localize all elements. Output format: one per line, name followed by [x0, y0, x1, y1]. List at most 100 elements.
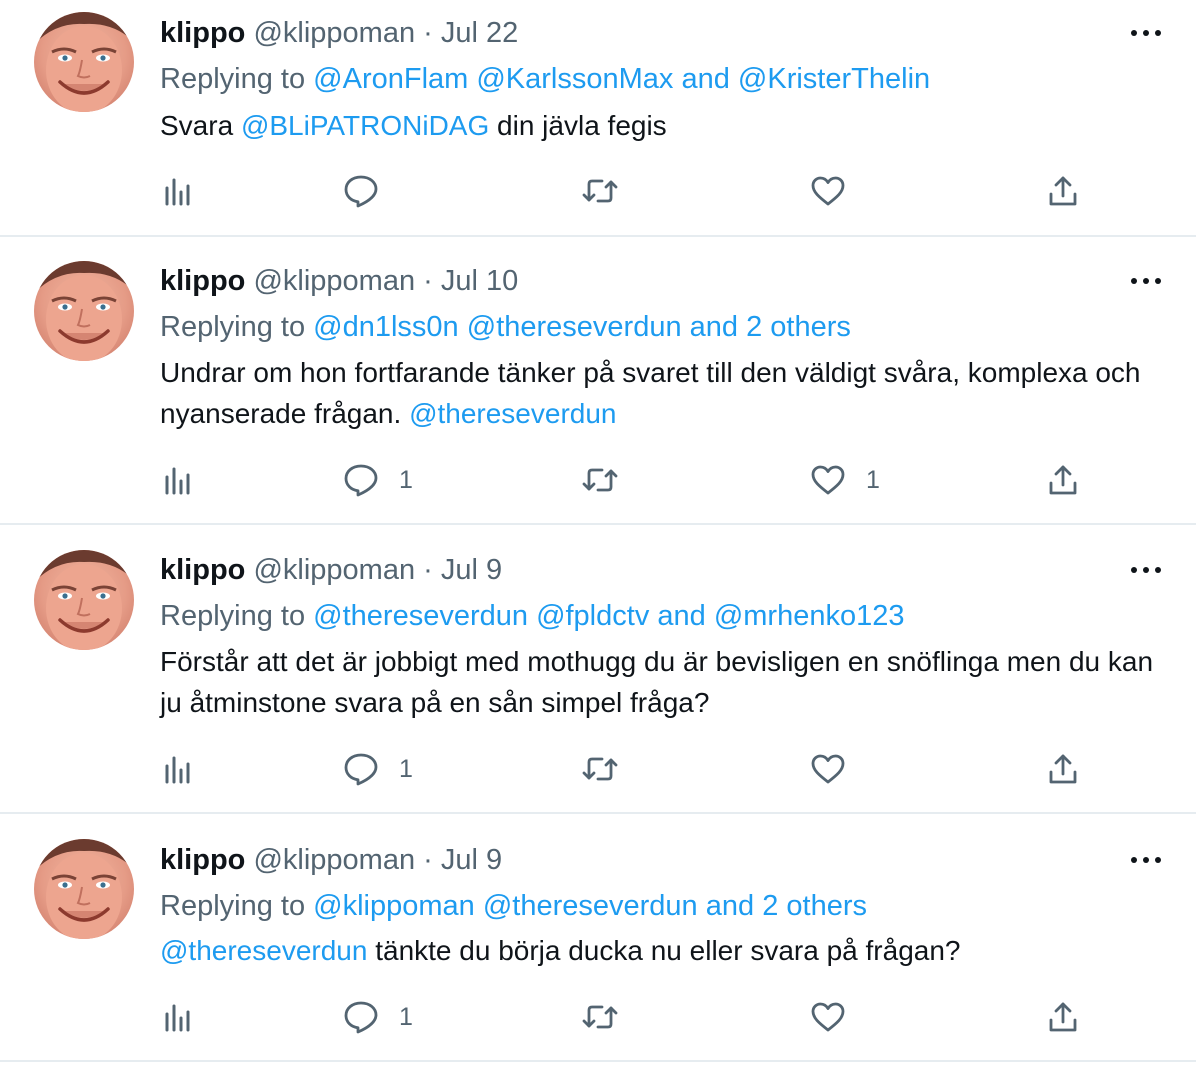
reply-button[interactable]: 1 — [343, 749, 413, 789]
tweet-header: klippo @klippoman · Jul 22 — [160, 15, 518, 51]
analytics-icon — [163, 1002, 193, 1032]
share-icon — [1047, 1000, 1079, 1034]
analytics-icon — [163, 754, 193, 784]
share-button[interactable] — [1047, 749, 1079, 789]
mention-link[interactable]: @thereseverdun — [160, 935, 367, 966]
reply-count: 1 — [399, 754, 413, 783]
replying-to-label: Replying to — [160, 63, 306, 95]
more-options-icon[interactable] — [1128, 560, 1164, 580]
author-name[interactable]: klippo — [160, 844, 245, 876]
share-button[interactable] — [1047, 460, 1079, 500]
separator-dot: · — [423, 265, 433, 297]
tweet-text: Svara @BLiPATRONiDAG din jävla fegis — [160, 105, 1160, 146]
mention-link[interactable]: @BLiPATRONiDAG — [241, 110, 489, 141]
mention-link[interactable]: @AronFlam — [313, 63, 468, 95]
share-icon — [1047, 752, 1079, 786]
reply-button[interactable]: 1 — [343, 460, 413, 500]
tweet-date[interactable]: Jul 22 — [441, 17, 518, 49]
reply-icon — [343, 174, 379, 208]
tweet-header: klippo @klippoman · Jul 9 — [160, 552, 502, 588]
share-button[interactable] — [1047, 171, 1079, 211]
avatar[interactable] — [34, 12, 134, 112]
author-name[interactable]: klippo — [160, 17, 245, 49]
retweet-button[interactable] — [581, 171, 619, 211]
tweet-actions: 11 — [0, 460, 1200, 500]
mention-link[interactable]: @thereseverdun — [313, 600, 528, 632]
tweet-text: @thereseverdun tänkte du börja ducka nu … — [160, 930, 1160, 971]
tweet-text-segment: Förstår att det är jobbigt med mothugg d… — [160, 646, 1154, 718]
analytics-button[interactable] — [163, 171, 193, 211]
mention-link[interactable]: @fpldctv — [536, 600, 649, 632]
mention-link[interactable]: @dn1lss0n — [313, 311, 459, 343]
replying-to-line: Replying to @klippoman @thereseverdun an… — [160, 888, 867, 924]
reply-count: 1 — [399, 1002, 413, 1031]
author-name[interactable]: klippo — [160, 265, 245, 297]
replying-to-label: Replying to — [160, 890, 306, 922]
author-name[interactable]: klippo — [160, 554, 245, 586]
mention-link-others[interactable]: and @KristerThelin — [681, 63, 930, 95]
more-options-icon[interactable] — [1128, 23, 1164, 43]
tweet-feed: klippo @klippoman · Jul 22 Replying to @A… — [0, 0, 1200, 1065]
avatar[interactable] — [34, 550, 134, 650]
tweet-text-segment: din jävla fegis — [489, 110, 667, 141]
retweet-icon — [581, 754, 619, 784]
author-handle[interactable]: @klippoman — [253, 844, 415, 876]
tweet-divider — [0, 812, 1196, 814]
tweet-text-segment: Undrar om hon fortfarande tänker på svar… — [160, 357, 1141, 429]
reply-icon — [343, 463, 379, 497]
mention-link[interactable]: @thereseverdun — [483, 890, 698, 922]
author-handle[interactable]: @klippoman — [253, 17, 415, 49]
retweet-button[interactable] — [581, 997, 619, 1037]
retweet-icon — [581, 176, 619, 206]
tweet-divider — [0, 1060, 1196, 1062]
mention-link-others[interactable]: and @mrhenko123 — [657, 600, 904, 632]
like-button[interactable] — [810, 171, 846, 211]
replying-to-label: Replying to — [160, 311, 306, 343]
share-icon — [1047, 463, 1079, 497]
like-button[interactable] — [810, 997, 846, 1037]
share-button[interactable] — [1047, 997, 1079, 1037]
separator-dot: · — [423, 554, 433, 586]
like-button[interactable] — [810, 749, 846, 789]
retweet-button[interactable] — [581, 749, 619, 789]
replying-to-line: Replying to @thereseverdun @fpldctv and … — [160, 598, 905, 634]
mention-link[interactable]: @thereseverdun — [409, 398, 616, 429]
mention-link[interactable]: @klippoman — [313, 890, 475, 922]
analytics-button[interactable] — [163, 997, 193, 1037]
tweet-actions: 1 — [0, 997, 1200, 1037]
author-handle[interactable]: @klippoman — [253, 554, 415, 586]
analytics-button[interactable] — [163, 460, 193, 500]
retweet-icon — [581, 1002, 619, 1032]
share-icon — [1047, 174, 1079, 208]
analytics-icon — [163, 465, 193, 495]
tweet-actions: 1 — [0, 749, 1200, 789]
reply-button[interactable] — [343, 171, 379, 211]
analytics-button[interactable] — [163, 749, 193, 789]
tweet-header: klippo @klippoman · Jul 9 — [160, 842, 502, 878]
like-button[interactable]: 1 — [810, 460, 880, 500]
separator-dot: · — [423, 844, 433, 876]
reply-button[interactable]: 1 — [343, 997, 413, 1037]
tweet-date[interactable]: Jul 9 — [441, 844, 502, 876]
tweet-date[interactable]: Jul 10 — [441, 265, 518, 297]
like-icon — [810, 464, 846, 496]
reply-icon — [343, 1000, 379, 1034]
separator-dot: · — [423, 17, 433, 49]
author-handle[interactable]: @klippoman — [253, 265, 415, 297]
retweet-button[interactable] — [581, 460, 619, 500]
tweet-actions — [0, 171, 1200, 211]
tweet-text-segment: Svara — [160, 110, 241, 141]
mention-link-others[interactable]: and 2 others — [706, 890, 867, 922]
retweet-icon — [581, 465, 619, 495]
like-count: 1 — [866, 465, 880, 494]
avatar[interactable] — [34, 261, 134, 361]
avatar[interactable] — [34, 839, 134, 939]
more-options-icon[interactable] — [1128, 850, 1164, 870]
mention-link-others[interactable]: and 2 others — [690, 311, 851, 343]
mention-link[interactable]: @thereseverdun — [467, 311, 682, 343]
tweet-date[interactable]: Jul 9 — [441, 554, 502, 586]
mention-link[interactable]: @KarlssonMax — [476, 63, 673, 95]
reply-icon — [343, 752, 379, 786]
replying-to-line: Replying to @dn1lss0n @thereseverdun and… — [160, 309, 851, 345]
more-options-icon[interactable] — [1128, 271, 1164, 291]
